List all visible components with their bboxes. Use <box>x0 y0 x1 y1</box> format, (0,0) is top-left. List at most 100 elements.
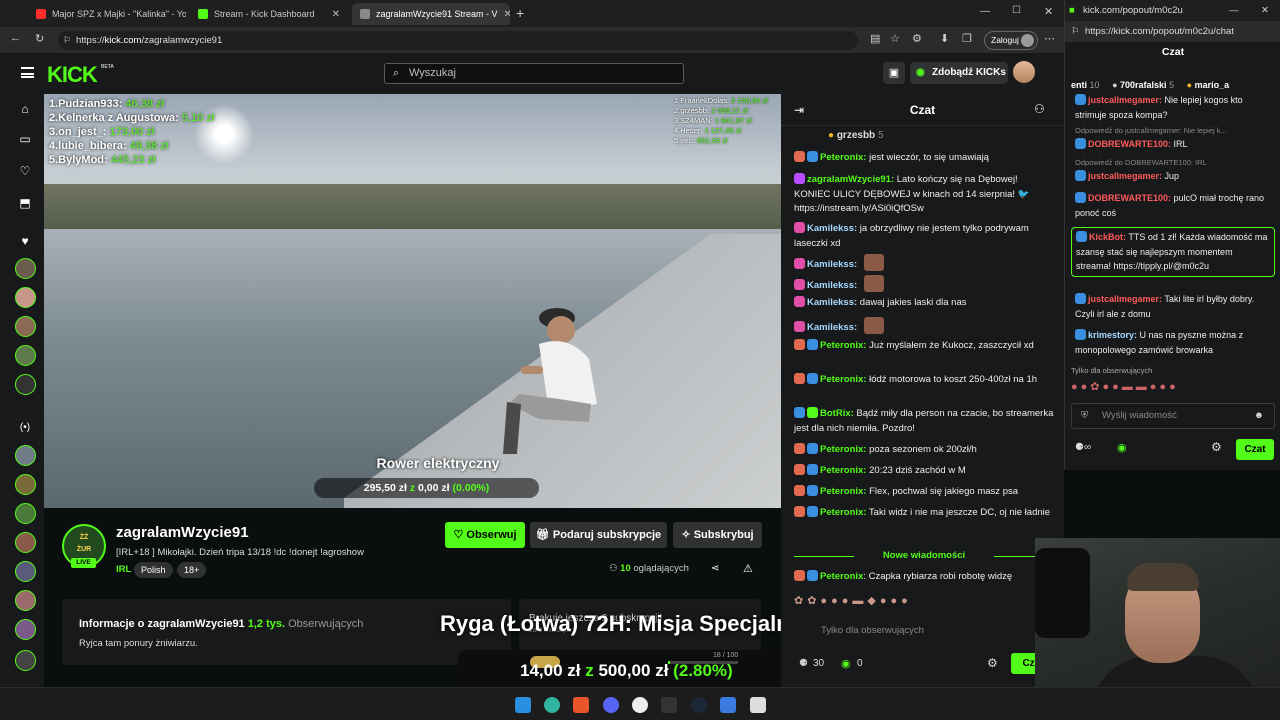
edge-icon[interactable] <box>544 697 560 713</box>
popout-send-button[interactable]: Czat <box>1236 439 1274 460</box>
browser-tab-youtube[interactable]: Major SPZ x Majki - "Kalinka" - Yo <box>28 3 186 25</box>
share-icon[interactable]: ⋖ <box>711 563 719 574</box>
follow-button[interactable]: ♡ Obserwuj <box>445 522 525 548</box>
user-avatar[interactable] <box>1013 61 1035 83</box>
chat-username[interactable]: Peteronix: <box>820 444 866 455</box>
channel-avatar[interactable] <box>15 345 36 366</box>
reload-icon[interactable]: ↻ <box>35 32 44 45</box>
reply-reference[interactable]: Odpowiedź do justcallmegamer: Nie lepiej… <box>1075 126 1227 135</box>
close-tab-icon[interactable]: ✕ <box>504 9 510 20</box>
get-kicks-button[interactable]: ◉ Zdobądź KICKs <box>910 62 1008 84</box>
menu-icon[interactable] <box>21 67 34 78</box>
chat-users-icon[interactable]: ⚇ <box>1034 102 1045 116</box>
epic-games-icon[interactable] <box>661 697 677 713</box>
channel-avatar[interactable] <box>15 287 36 308</box>
back-icon[interactable]: ← <box>10 32 21 44</box>
app-icon[interactable] <box>750 697 766 713</box>
emote-row[interactable]: ✿✿●●●▬◆●●● <box>794 594 1054 612</box>
close-window-icon[interactable]: ✕ <box>1261 0 1269 21</box>
points-icon[interactable]: ⚈ <box>799 658 808 669</box>
emoji-icon[interactable]: ☻ <box>1254 404 1264 428</box>
collections-icon[interactable]: ❐ <box>962 32 972 45</box>
gift-sub-button[interactable]: 🎁︎ Podaruj subskrypcje <box>530 522 667 548</box>
site-info-icon[interactable]: ⚐ <box>63 31 71 50</box>
steam-icon[interactable] <box>691 697 707 713</box>
chat-username[interactable]: krimestory: <box>1088 330 1137 340</box>
chat-username[interactable]: justcallmegamer: <box>1088 171 1162 181</box>
points-icon[interactable]: ⚈∞ <box>1075 442 1091 453</box>
new-messages-divider[interactable]: Nowe wiadomości <box>794 550 1054 562</box>
settings-icon[interactable]: ⚙ <box>1211 440 1222 454</box>
channel-avatar[interactable] <box>15 561 36 582</box>
channel-avatar[interactable] <box>15 619 36 640</box>
kick-logo[interactable]: KICK <box>47 62 98 88</box>
chat-username[interactable]: Peteronix: <box>820 486 866 497</box>
extensions-icon[interactable]: ⚙ <box>912 32 922 45</box>
channel-name[interactable]: zagralamWzycie91 <box>116 524 249 541</box>
minimize-icon[interactable]: — <box>980 6 990 17</box>
browser-tab-stream[interactable]: zagralamWzycie91 Stream - V ✕ <box>352 3 510 25</box>
url-field[interactable]: ⚐ https://kick.com/zagralamwzycie91 <box>58 31 858 50</box>
discord-icon[interactable] <box>603 697 619 713</box>
chat-username[interactable]: Peteronix: <box>820 374 866 385</box>
channel-avatar[interactable] <box>15 258 36 279</box>
popout-emote-row[interactable]: ●●✿●●▬▬●●● <box>1071 380 1276 393</box>
channel-avatar[interactable] <box>15 316 36 337</box>
chat-username[interactable]: Peteronix: <box>820 152 866 163</box>
video-player[interactable]: 1.Pudzian933: 46,38 zł 2.Kelnerka z Augu… <box>44 94 781 508</box>
app-icon[interactable] <box>720 697 736 713</box>
subscribe-button[interactable]: ✧ Subskrybuj <box>673 522 762 548</box>
new-tab-button[interactable]: + <box>516 5 524 21</box>
kicks-icon[interactable]: ◉ <box>1117 441 1127 454</box>
categories-icon[interactable]: ⬒ <box>15 196 35 214</box>
login-button[interactable]: Zaloguj <box>984 31 1038 50</box>
report-icon[interactable]: ⚠ <box>743 562 753 575</box>
chat-username[interactable]: Kamilekss: <box>807 297 857 308</box>
chat-username[interactable]: justcallmegamer: <box>1088 95 1162 105</box>
popout-chat-input[interactable]: ⛨ Wyślij wiadomość ☻ <box>1071 403 1275 429</box>
channel-avatar[interactable] <box>15 474 36 495</box>
category-link[interactable]: IRL <box>116 564 131 575</box>
browser-tab-dashboard[interactable]: Stream - Kick Dashboard ✕ <box>190 3 348 25</box>
home-icon[interactable]: ⌂ <box>15 102 35 120</box>
chat-username[interactable]: Kamilekss: <box>807 280 857 291</box>
reader-icon[interactable]: ▤ <box>870 32 880 45</box>
maximize-icon[interactable]: ☐ <box>1012 5 1021 16</box>
brave-icon[interactable] <box>573 697 589 713</box>
store-button[interactable]: ▣ <box>883 62 905 84</box>
chat-username[interactable]: BotRix: <box>820 408 854 419</box>
browse-icon[interactable]: ▭ <box>15 132 35 150</box>
chat-username[interactable]: Kamilekss: <box>807 259 857 270</box>
obs-icon[interactable] <box>632 697 648 713</box>
chat-username[interactable]: Kamilekss: <box>807 223 857 234</box>
channel-avatar[interactable] <box>15 532 36 553</box>
favorites-icon[interactable]: ♥ <box>15 234 35 252</box>
popout-url[interactable]: ⚐ https://kick.com/popout/m0c2u/chat <box>1065 21 1280 42</box>
channel-avatar[interactable] <box>15 445 36 466</box>
chat-username[interactable]: justcallmegamer: <box>1088 294 1162 304</box>
chat-username[interactable]: Peteronix: <box>820 340 866 351</box>
reply-reference[interactable]: Odpowiedź do DOBREWARTE100: IRL <box>1075 158 1207 167</box>
chat-input[interactable]: Tylko dla obserwujących <box>793 618 1033 644</box>
channel-avatar[interactable] <box>15 590 36 611</box>
favorite-icon[interactable]: ☆ <box>890 32 900 45</box>
downloads-icon[interactable]: ⬇ <box>940 32 949 45</box>
tag-18plus[interactable]: 18+ <box>177 562 207 578</box>
close-tab-icon[interactable]: ✕ <box>332 9 340 20</box>
tag-polish[interactable]: Polish <box>134 562 173 578</box>
chat-username[interactable]: Peteronix: <box>820 465 866 476</box>
chat-username[interactable]: KickBot: <box>1089 232 1126 242</box>
following-icon[interactable]: ♡ <box>15 164 35 182</box>
channel-avatar[interactable] <box>15 650 36 671</box>
settings-icon[interactable]: ⚙ <box>987 656 998 670</box>
kicks-icon[interactable]: ◉ <box>841 657 851 670</box>
close-window-icon[interactable]: ✕ <box>1044 5 1053 18</box>
more-menu-icon[interactable]: ⋯ <box>1044 32 1055 45</box>
chat-username[interactable]: Kamilekss: <box>807 322 857 333</box>
search-input[interactable]: ⌕ Wyszukaj <box>384 63 684 84</box>
chat-username[interactable]: DOBREWARTE100: <box>1088 193 1171 203</box>
chat-username[interactable]: Peteronix: <box>820 507 866 518</box>
chat-username[interactable]: zagralamWzycie91: <box>807 174 894 185</box>
windows-start-icon[interactable] <box>515 697 531 713</box>
channel-avatar[interactable] <box>15 374 36 395</box>
